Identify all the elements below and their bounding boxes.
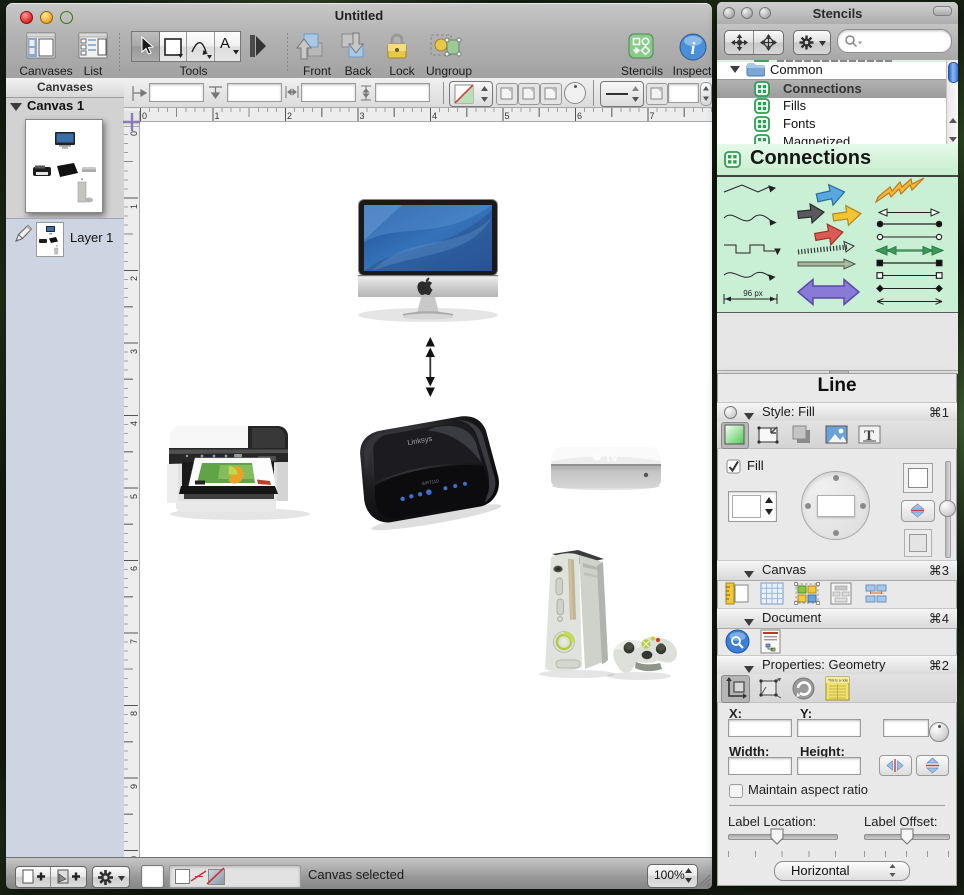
svg-text:T: T [864,428,874,444]
svg-text:tv: tv [606,449,619,465]
svg-text:This is a note: This is a note [828,679,848,683]
svg-text:i: i [691,39,696,58]
svg-text:96 px: 96 px [743,289,763,298]
